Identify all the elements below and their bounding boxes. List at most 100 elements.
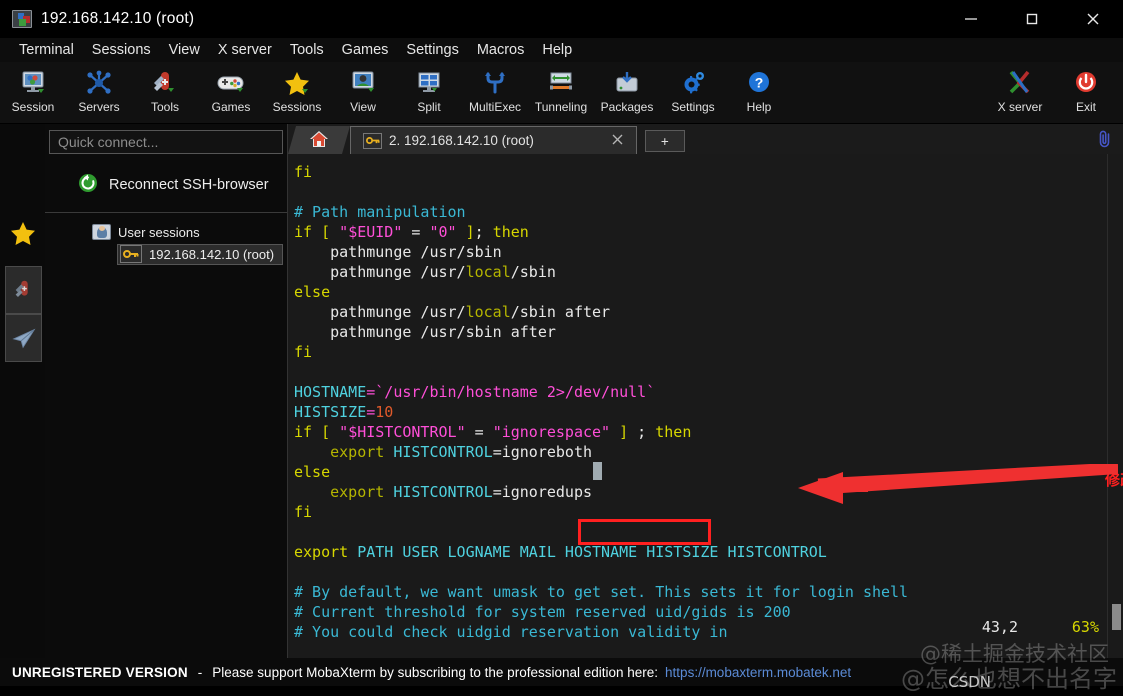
terminal-scrollbar[interactable] [1107, 154, 1123, 658]
terminal-line: else [294, 282, 1123, 302]
toolbar-button-session[interactable]: Session [0, 66, 66, 114]
toolbar-button-tunneling[interactable]: Tunneling [528, 66, 594, 114]
star-icon [280, 68, 314, 98]
toolbar-button-split[interactable]: Split [396, 66, 462, 114]
terminal-span [457, 223, 466, 241]
menu-item-sessions[interactable]: Sessions [83, 40, 160, 60]
toolbar-label-xserver: X server [997, 100, 1043, 114]
rail-button-tools[interactable] [5, 266, 42, 314]
menu-item-x-server[interactable]: X server [209, 40, 281, 60]
terminal-span: fi [294, 343, 313, 361]
reconnect-ssh-browser-button[interactable]: Reconnect SSH-browser [45, 158, 287, 213]
terminal-span: # You could check uidgid reservation val… [294, 623, 728, 641]
tunneling-icon [544, 68, 578, 98]
toolbar-button-games[interactable]: Games [198, 66, 264, 114]
key-icon [120, 245, 142, 263]
main-area: Quick connect... Reconnect SSH-browser U… [0, 124, 1123, 658]
favorites-star-icon[interactable] [8, 220, 38, 253]
terminal-span: # Path manipulation [294, 203, 466, 221]
terminal-span: HISTSIZE [294, 403, 367, 421]
toolbar-button-sessions[interactable]: Sessions [264, 66, 330, 114]
toolbar-label-exit: Exit [1075, 100, 1096, 114]
terminal-line: pathmunge /usr/local/sbin after [294, 302, 1123, 322]
toolbar-label-tunneling: Tunneling [534, 100, 588, 114]
quick-connect-input[interactable]: Quick connect... [49, 130, 283, 154]
terminal-span [610, 423, 619, 441]
terminal-span [348, 543, 357, 561]
menu-item-macros[interactable]: Macros [468, 40, 534, 60]
menu-item-games[interactable]: Games [333, 40, 398, 60]
menu-item-terminal[interactable]: Terminal [10, 40, 83, 60]
terminal-line: else [294, 462, 1123, 482]
tree-node-host[interactable]: 192.168.142.10 (root) [45, 243, 287, 265]
toolbar-button-help[interactable]: ? Help [726, 66, 792, 114]
terminal-output[interactable]: fi # Path manipulation if [ "$EUID" = "0"… [288, 154, 1123, 658]
terminal-span [312, 223, 321, 241]
terminal-span [330, 423, 339, 441]
terminal-line: export HISTCONTROL=ignoreboth [294, 442, 1123, 462]
view-icon [346, 68, 380, 98]
toolbar-button-tools[interactable]: Tools [132, 66, 198, 114]
terminal-span: /sbin [510, 263, 556, 281]
tab-session-1[interactable]: 2. 192.168.142.10 (root) [350, 126, 637, 154]
toolbar-button-servers[interactable]: Servers [66, 66, 132, 114]
toolbar-label-session: Session [11, 100, 55, 114]
unregistered-label: UNREGISTERED VERSION [12, 664, 188, 680]
terminal-status-position: 43,2 [981, 618, 1018, 636]
terminal-span: if [294, 223, 313, 241]
terminal-line: # Path manipulation [294, 202, 1123, 222]
paperclip-icon[interactable] [1096, 129, 1114, 154]
menu-item-view[interactable]: View [160, 40, 209, 60]
rail-button-send[interactable] [5, 314, 42, 362]
tree-node-user-sessions[interactable]: User sessions [45, 221, 287, 243]
terminal-scrollbar-thumb[interactable] [1112, 604, 1121, 630]
terminal-span: HISTCONTROL [393, 483, 493, 501]
toolbar-button-exit[interactable]: Exit [1053, 66, 1119, 114]
tab-close-icon[interactable] [611, 133, 624, 149]
terminal-span: ] [619, 423, 629, 441]
toolbar-right-group: X server Exit [987, 66, 1119, 114]
terminal-span: PATH USER LOGNAME MAIL HOSTNAME HISTSIZE… [357, 543, 827, 561]
terminal-span: pathmunge /usr/sbin [294, 243, 502, 261]
terminal-line: # By default, we want umask to get set. … [294, 582, 1123, 602]
minimize-icon[interactable] [940, 0, 1001, 38]
terminal-span: local [465, 263, 511, 281]
tab-home[interactable] [288, 126, 350, 154]
toolbar-button-view[interactable]: View [330, 66, 396, 114]
tree-node-host-selected[interactable]: 192.168.142.10 (root) [117, 243, 284, 265]
terminal-span: = [465, 423, 493, 441]
menu-bar: Terminal Sessions View X server Tools Ga… [0, 38, 1123, 62]
terminal-span: else [294, 463, 331, 481]
new-tab-button[interactable]: + [644, 130, 685, 152]
statusbar-link[interactable]: https://mobaxterm.mobatek.net [665, 665, 851, 680]
menu-item-settings[interactable]: Settings [397, 40, 467, 60]
left-icon-rail [0, 124, 45, 658]
terminal-line: fi [294, 342, 1123, 362]
maximize-icon[interactable] [1001, 0, 1062, 38]
terminal-span: "ignorespace" [492, 423, 611, 441]
terminal-status-percent: 63% [1071, 618, 1099, 636]
terminal-span [294, 483, 330, 501]
toolbar-button-packages[interactable]: Packages [594, 66, 660, 114]
packages-icon [610, 68, 644, 98]
tree-node-host-label: 192.168.142.10 (root) [149, 246, 275, 262]
menu-item-help[interactable]: Help [533, 40, 581, 60]
servers-icon [82, 68, 116, 98]
toolbar-label-servers: Servers [78, 100, 120, 114]
terminal-line: pathmunge /usr/sbin [294, 242, 1123, 262]
key-icon [363, 132, 382, 149]
sidebar: Quick connect... Reconnect SSH-browser U… [45, 124, 288, 658]
terminal-span: if [294, 423, 313, 441]
terminal-span: HOSTNAME [294, 383, 367, 401]
close-icon[interactable] [1062, 0, 1123, 38]
toolbar-button-settings[interactable]: Settings [660, 66, 726, 114]
toolbar-button-xserver[interactable]: X server [987, 66, 1053, 114]
menu-item-tools[interactable]: Tools [281, 40, 333, 60]
toolbar-button-multiexec[interactable]: MultiExec [462, 66, 528, 114]
statusbar-message: Please support MobaXterm by subscribing … [212, 664, 659, 680]
terminal-span: fi [294, 163, 313, 181]
terminal-span: " [456, 423, 466, 441]
terminal-span: $HISTCONTROL [348, 423, 457, 441]
